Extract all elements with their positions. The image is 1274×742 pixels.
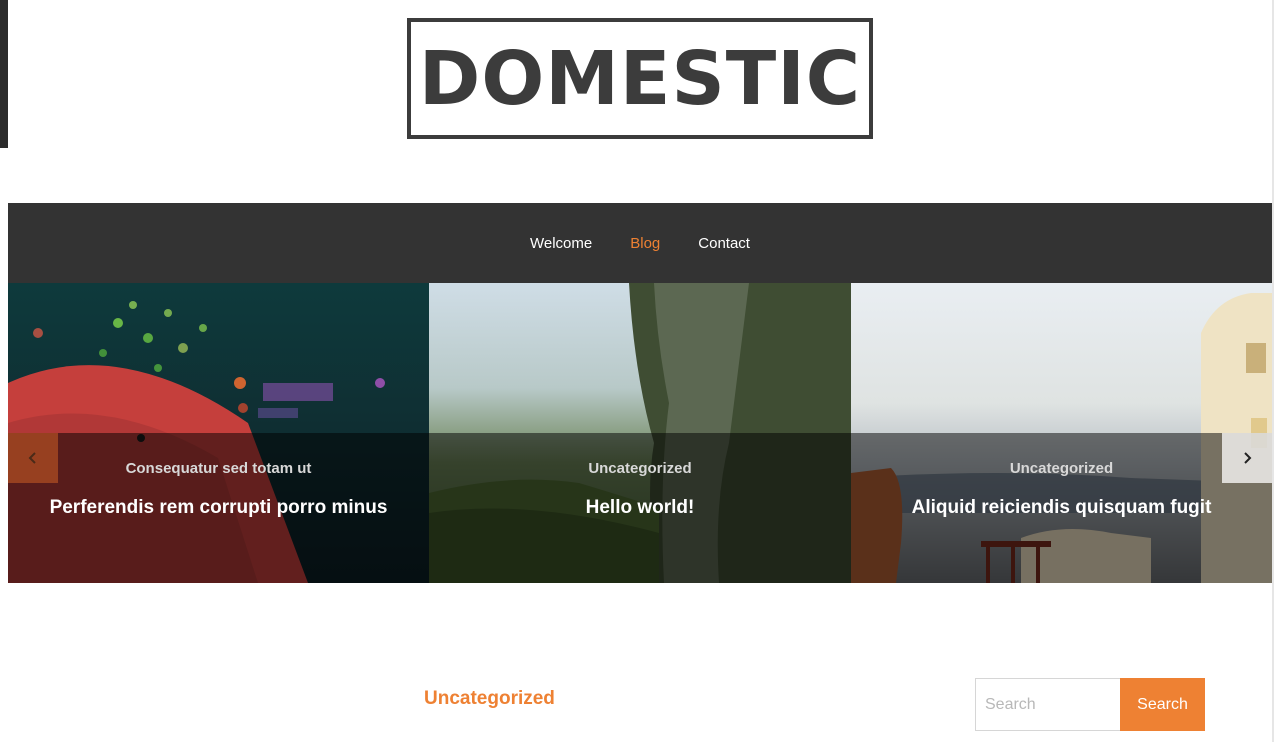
nav-item-welcome[interactable]: Welcome — [530, 235, 592, 252]
site-header: DOMESTIC — [8, 0, 1272, 203]
post-category-link[interactable]: Uncategorized — [424, 688, 555, 710]
left-edge-dark — [0, 0, 8, 148]
search-widget: Search — [975, 678, 1205, 731]
slide-1-category[interactable]: Consequatur sed totam ut — [8, 460, 429, 477]
slide-2[interactable]: Uncategorized Hello world! — [429, 283, 851, 583]
search-button[interactable]: Search — [1120, 678, 1205, 731]
slider-prev-button[interactable] — [8, 433, 58, 483]
chevron-right-icon — [1244, 452, 1252, 464]
slider-next-button[interactable] — [1222, 433, 1272, 483]
nav-item-blog[interactable]: Blog — [630, 235, 660, 252]
slide-3-category[interactable]: Uncategorized — [851, 460, 1272, 477]
search-input[interactable] — [975, 678, 1120, 731]
slide-1[interactable]: Consequatur sed totam ut Perferendis rem… — [8, 283, 429, 583]
slide-2-caption: Uncategorized Hello world! — [429, 433, 851, 583]
left-edge — [0, 0, 8, 742]
post-slider: Consequatur sed totam ut Perferendis rem… — [8, 283, 1272, 583]
slide-2-title[interactable]: Hello world! — [429, 497, 851, 519]
slide-1-caption: Consequatur sed totam ut Perferendis rem… — [8, 433, 429, 583]
site-logo[interactable]: DOMESTIC — [407, 18, 873, 139]
chevron-left-icon — [28, 452, 36, 464]
slide-2-category[interactable]: Uncategorized — [429, 460, 851, 477]
main-nav: Welcome Blog Contact — [8, 203, 1272, 283]
slide-3[interactable]: Uncategorized Aliquid reiciendis quisqua… — [851, 283, 1272, 583]
slide-3-caption: Uncategorized Aliquid reiciendis quisqua… — [851, 433, 1272, 583]
slide-1-title[interactable]: Perferendis rem corrupti porro minus — [8, 497, 429, 519]
site-logo-text: DOMESTIC — [418, 35, 862, 122]
nav-item-contact[interactable]: Contact — [698, 235, 750, 252]
slide-3-title[interactable]: Aliquid reiciendis quisquam fugit — [851, 497, 1272, 519]
